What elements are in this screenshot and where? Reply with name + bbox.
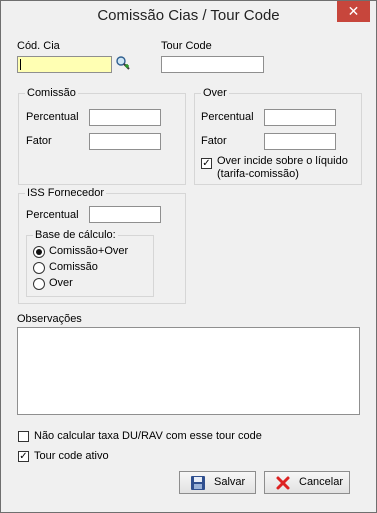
over-percentual-input[interactable] (264, 109, 336, 126)
observacoes-textarea[interactable] (17, 327, 360, 415)
window-title: Comissão Cias / Tour Code (97, 7, 280, 24)
checkmark-icon: ✓ (202, 158, 211, 169)
comissao-legend: Comissão (27, 87, 76, 99)
comissao-percentual-label: Percentual (26, 111, 79, 123)
over-fator-input[interactable] (264, 133, 336, 150)
radio-over[interactable] (33, 278, 45, 290)
tour-code-input[interactable] (161, 56, 264, 73)
radio-comissao-over-label: Comissão+Over (49, 245, 129, 257)
salvar-button[interactable]: Salvar (179, 471, 256, 494)
tour-code-label: Tour Code (161, 40, 212, 52)
over-fator-label: Fator (201, 135, 227, 147)
iss-percentual-label: Percentual (26, 209, 79, 221)
observacoes-label: Observações (17, 313, 82, 325)
over-legend: Over (203, 87, 227, 99)
red-x-icon (276, 476, 290, 490)
search-icon[interactable] (115, 55, 131, 71)
base-calculo-legend: Base de cálculo: (35, 229, 116, 241)
close-icon: ✕ (347, 3, 360, 19)
comissao-percentual-input[interactable] (89, 109, 161, 126)
cancelar-button[interactable]: Cancelar (264, 471, 350, 494)
nao-calcular-label: Não calcular taxa DU/RAV com esse tour c… (34, 430, 262, 442)
tour-ativo-label: Tour code ativo (34, 450, 109, 462)
title-bar: Comissão Cias / Tour Code ✕ (1, 1, 376, 31)
radio-comissao-label: Comissão (49, 261, 98, 273)
checkmark-icon: ✓ (19, 451, 28, 462)
over-incide-label: Over incide sobre o líquido (tarifa-comi… (217, 155, 348, 180)
dialog-window: Comissão Cias / Tour Code ✕ Cód. Cia Tou… (0, 0, 377, 513)
iss-legend: ISS Fornecedor (27, 187, 105, 199)
cod-cia-input[interactable] (17, 56, 112, 73)
salvar-label: Salvar (214, 476, 246, 488)
floppy-disk-icon (191, 476, 205, 490)
nao-calcular-checkbox[interactable] (18, 431, 29, 442)
over-percentual-label: Percentual (201, 111, 254, 123)
cancelar-label: Cancelar (299, 476, 344, 488)
comissao-fator-input[interactable] (89, 133, 161, 150)
cod-cia-label: Cód. Cia (17, 40, 60, 52)
radio-over-label: Over (49, 277, 73, 289)
radio-comissao[interactable] (33, 262, 45, 274)
over-incide-checkbox[interactable]: ✓ (201, 158, 212, 169)
text-cursor (20, 59, 21, 70)
comissao-fator-label: Fator (26, 135, 52, 147)
iss-percentual-input[interactable] (89, 206, 161, 223)
tour-ativo-checkbox[interactable]: ✓ (18, 451, 29, 462)
close-button[interactable]: ✕ (337, 1, 370, 22)
radio-comissao-over[interactable] (33, 246, 45, 258)
